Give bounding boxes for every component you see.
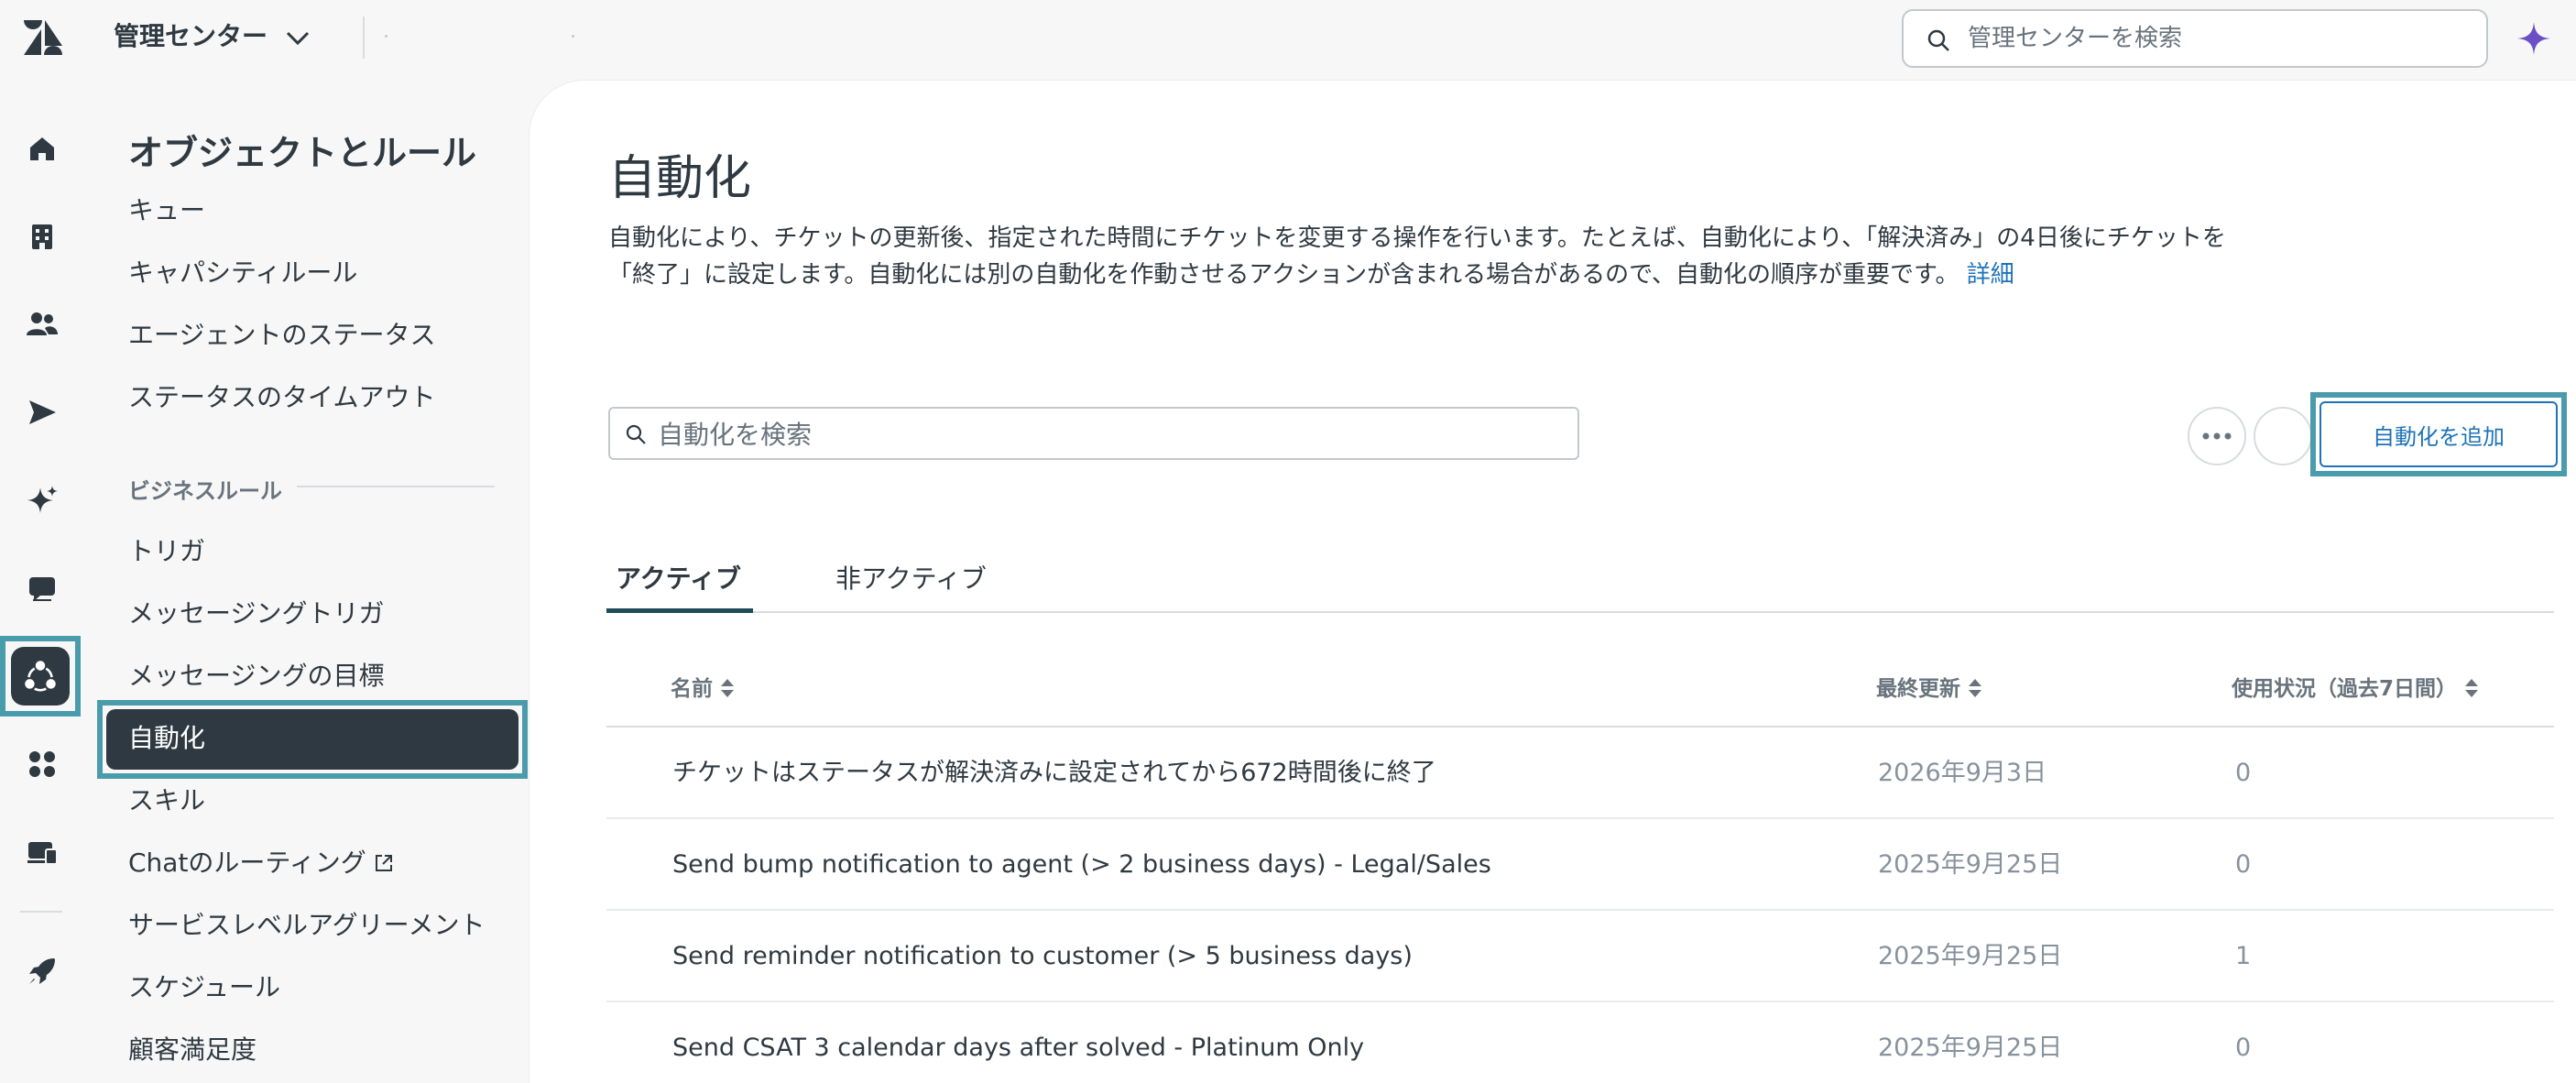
nav-item-capacity-rules[interactable]: キャパシティルール (128, 255, 357, 291)
nav-item-csat[interactable]: 顧客満足度 (128, 1032, 257, 1068)
workspace-icon[interactable] (18, 828, 66, 876)
nav-item-schedules[interactable]: スケジュール (128, 969, 280, 1006)
header-divider (363, 16, 365, 59)
table-row-usage: 0 (2235, 1034, 2252, 1062)
automation-search-input[interactable] (658, 416, 1555, 453)
tab-inactive[interactable]: 非アクティブ (835, 561, 987, 597)
table-row-usage: 0 (2235, 850, 2252, 879)
header-dot (385, 35, 387, 38)
sort-icon (721, 679, 734, 697)
page-title: 自動化 (608, 151, 752, 206)
add-automation-button[interactable]: 自動化を追加 (2319, 401, 2558, 467)
rocket-icon[interactable] (18, 947, 66, 995)
zendesk-logo-icon[interactable] (24, 20, 62, 55)
column-header-usage-label: 使用状況（過去7日間） (2232, 677, 2458, 701)
learn-more-link[interactable]: 詳細 (1967, 261, 2014, 289)
circle-button[interactable] (2254, 407, 2312, 465)
column-header-name-label: 名前 (671, 677, 713, 701)
header-dot (572, 35, 574, 38)
nav-item-messaging-triggers[interactable]: メッセージングトリガ (128, 596, 384, 632)
top-bar: 管理センター (0, 0, 2576, 77)
nav-item-agent-statuses[interactable]: エージェントのステータス (128, 317, 435, 354)
global-search[interactable] (1902, 9, 2488, 68)
sparkle-icon[interactable] (18, 476, 66, 524)
row-divider (606, 1001, 2554, 1002)
more-options-button[interactable] (2188, 407, 2246, 465)
table-row-updated: 2026年9月3日 (1878, 759, 2047, 787)
nav-item-skills[interactable]: スキル (128, 782, 205, 819)
table-row-usage: 1 (2235, 942, 2252, 970)
chevron-down-icon[interactable] (284, 27, 311, 48)
table-row-usage: 0 (2235, 759, 2252, 787)
global-search-input[interactable] (1968, 20, 2462, 57)
active-tab-indicator (606, 608, 753, 613)
nav-item-chat-routing-label: Chatのルーティング (128, 848, 366, 878)
table-row-updated: 2025年9月25日 (1878, 1034, 2063, 1062)
rail-divider (20, 911, 62, 913)
table-row-name[interactable]: チケットはステータスが解決済みに設定されてから672時間後に終了 (672, 755, 1436, 792)
send-icon[interactable] (18, 388, 66, 436)
row-divider (606, 909, 2554, 911)
search-icon (626, 424, 646, 444)
table-row-updated: 2025年9月25日 (1878, 942, 2063, 970)
column-header-name[interactable]: 名前 (671, 674, 735, 704)
product-name[interactable]: 管理センター (114, 18, 267, 55)
people-icon[interactable] (18, 301, 66, 348)
home-icon[interactable] (18, 125, 66, 172)
nav-item-messaging-goals[interactable]: メッセージングの目標 (128, 658, 384, 695)
page-description: 自動化により、チケットの更新後、指定された時間にチケットを変更する操作を行います… (608, 220, 2239, 293)
sort-icon (2465, 679, 2479, 697)
row-divider (606, 817, 2554, 819)
nav-item-triggers[interactable]: トリガ (128, 533, 205, 570)
table-header-divider (606, 726, 2554, 727)
building-icon[interactable] (18, 213, 66, 260)
column-header-usage[interactable]: 使用状況（過去7日間） (2232, 674, 2479, 704)
table-row-name[interactable]: Send bump notification to agent (> 2 bus… (672, 847, 1491, 883)
search-icon (1927, 29, 1949, 51)
external-link-icon (375, 855, 392, 871)
nav-item-queues[interactable]: キュー (128, 192, 205, 229)
ellipsis-icon (2202, 432, 2232, 440)
nav-item-status-timeouts[interactable]: ステータスのタイムアウト (128, 379, 435, 416)
table-row-name[interactable]: Send reminder notification to customer (… (672, 938, 1413, 975)
nav-section-divider (297, 486, 495, 487)
column-header-updated-label: 最終更新 (1876, 677, 1960, 701)
nav-item-sla[interactable]: サービスレベルアグリーメント (128, 907, 485, 944)
nav-item-automations-label[interactable]: 自動化 (128, 720, 205, 757)
nav-item-chat-routing[interactable]: Chatのルーティング (128, 845, 394, 881)
apps-icon[interactable] (18, 740, 66, 788)
table-row-updated: 2025年9月25日 (1878, 850, 2063, 879)
nav-section-business-rules: ビジネスルール (128, 478, 282, 504)
sort-icon (1969, 679, 1981, 697)
nav-title: オブジェクトとルール (128, 133, 477, 173)
table-row-name[interactable]: Send CSAT 3 calendar days after solved -… (672, 1030, 1364, 1067)
tab-active[interactable]: アクティブ (616, 561, 741, 597)
chat-icon[interactable] (18, 564, 66, 612)
tabs-divider (606, 611, 2554, 613)
objects-rules-icon[interactable] (11, 647, 70, 706)
ai-sparkle-icon[interactable] (2516, 20, 2552, 57)
column-header-updated[interactable]: 最終更新 (1876, 674, 1982, 704)
automation-search[interactable] (608, 407, 1579, 460)
